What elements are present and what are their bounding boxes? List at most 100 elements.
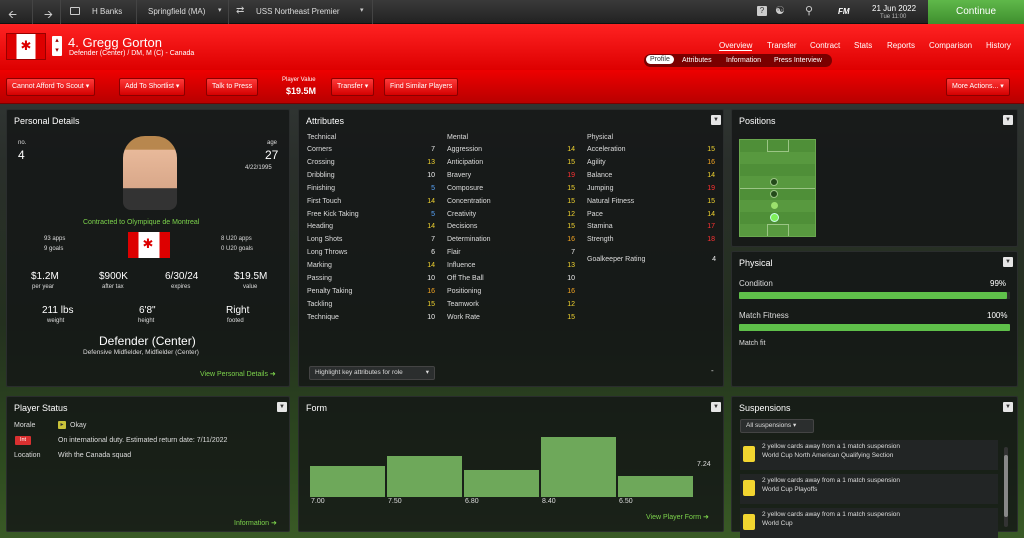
panel-menu-icon[interactable]: ▼	[1003, 257, 1013, 267]
panel-menu-icon[interactable]: ▼	[1003, 402, 1013, 412]
form-bar[interactable]	[310, 466, 385, 497]
attribute-name[interactable]: Acceleration	[587, 146, 626, 153]
club-name[interactable]: Springfield (MA)	[148, 7, 205, 16]
minus-icon[interactable]: -	[711, 366, 714, 375]
talk-to-press-button[interactable]: Talk to Press	[206, 78, 259, 96]
continue-button[interactable]: Continue	[928, 0, 1024, 24]
back-arrow-icon[interactable]: 🡨	[8, 6, 17, 25]
attribute-name[interactable]: Long Throws	[307, 249, 347, 256]
view-personal-details-link[interactable]: View Personal Details ➜	[200, 370, 276, 378]
weight-label: weight	[47, 318, 65, 324]
attribute-name[interactable]: Finishing	[307, 185, 335, 192]
form-bar[interactable]	[618, 476, 693, 497]
attribute-name[interactable]: Technique	[307, 314, 339, 321]
attribute-name[interactable]: Heading	[307, 223, 333, 230]
league-name[interactable]: USS Northeast Premier	[256, 7, 340, 16]
tab-history[interactable]: History	[986, 41, 1011, 50]
subtab-attributes[interactable]: Attributes	[678, 56, 716, 65]
chevron-down-icon[interactable]: ▾	[360, 6, 364, 14]
attribute-name[interactable]: Off The Ball	[447, 275, 484, 282]
information-link[interactable]: Information ➜	[234, 519, 277, 527]
value: $19.5M	[234, 271, 268, 282]
globe-icon[interactable]: ☯	[775, 4, 785, 17]
tab-reports[interactable]: Reports	[887, 41, 915, 50]
tab-stats[interactable]: Stats	[854, 41, 872, 50]
attribute-name[interactable]: Stamina	[587, 223, 613, 230]
suspension-item[interactable]: 2 yellow cards away from a 1 match suspe…	[740, 440, 998, 470]
attribute-name[interactable]: Teamwork	[447, 301, 479, 308]
manager-name[interactable]: H Banks	[92, 7, 122, 16]
attribute-name[interactable]: Long Shots	[307, 236, 342, 243]
tab-contract[interactable]: Contract	[810, 41, 840, 50]
attribute-name[interactable]: Pace	[587, 211, 603, 218]
form-bar[interactable]	[387, 455, 462, 497]
search-icon[interactable]: ⚲	[805, 4, 813, 17]
attribute-name[interactable]: Concentration	[447, 198, 491, 205]
subtab-press-interview[interactable]: Press Interview	[770, 56, 826, 65]
attribute-name[interactable]: Balance	[587, 172, 612, 179]
attribute-name[interactable]: Composure	[447, 185, 483, 192]
yellow-card-icon	[743, 514, 755, 530]
tab-comparison[interactable]: Comparison	[929, 41, 972, 50]
scrollbar[interactable]	[1004, 447, 1008, 527]
attribute-name[interactable]: Free Kick Taking	[307, 211, 359, 218]
suspension-item[interactable]: 2 yellow cards away from a 1 match suspe…	[740, 474, 998, 504]
attribute-name[interactable]: Tackling	[307, 301, 332, 308]
wage: $1.2M	[31, 271, 59, 282]
attribute-value: 19	[707, 184, 715, 192]
attribute-value: 14	[707, 210, 715, 218]
yellow-card-icon	[743, 480, 755, 496]
attribute-name[interactable]: Passing	[307, 275, 332, 282]
suspension-item[interactable]: 2 yellow cards away from a 1 match suspe…	[740, 508, 998, 538]
subtab-information[interactable]: Information	[722, 56, 765, 65]
chevron-down-icon[interactable]: ▾	[218, 6, 222, 14]
attribute-name[interactable]: First Touch	[307, 198, 341, 205]
attribute-name[interactable]: Anticipation	[447, 159, 483, 166]
attribute-name[interactable]: Corners	[307, 146, 332, 153]
attribute-name[interactable]: Penalty Taking	[307, 288, 352, 295]
attribute-name[interactable]: Influence	[447, 262, 475, 269]
attribute-value: 13	[427, 158, 435, 166]
technical-header: Technical	[307, 134, 337, 141]
highlight-role-dropdown[interactable]: Highlight key attributes for role ▾	[309, 366, 435, 380]
attribute-name[interactable]: Work Rate	[447, 314, 480, 321]
attribute-name[interactable]: Crossing	[307, 159, 335, 166]
attribute-name[interactable]: Bravery	[447, 172, 471, 179]
attribute-value: 15	[707, 146, 715, 153]
form-bar[interactable]	[464, 470, 539, 497]
panel-title: Personal Details	[14, 116, 80, 126]
transfer-button[interactable]: Transfer ▾	[331, 78, 375, 96]
tab-transfer[interactable]: Transfer	[767, 41, 797, 50]
attribute-name[interactable]: Flair	[447, 249, 461, 256]
shortlist-button[interactable]: Add To Shortlist ▾	[119, 78, 186, 96]
contract-text[interactable]: Contracted to Olympique de Montreal	[83, 219, 199, 226]
panel-menu-icon[interactable]: ▼	[711, 402, 721, 412]
fm-menu[interactable]: FM	[838, 7, 850, 16]
panel-menu-icon[interactable]: ▼	[277, 402, 287, 412]
find-similar-button[interactable]: Find Similar Players	[384, 78, 459, 96]
attribute-name[interactable]: Marking	[307, 262, 332, 269]
attribute-name[interactable]: Positioning	[447, 288, 481, 295]
forward-arrow-icon[interactable]: 🡪	[44, 6, 53, 25]
subtab-profile[interactable]: Profile	[646, 55, 674, 64]
time: Tue 11:00	[880, 14, 907, 20]
more-actions-button[interactable]: More Actions... ▾	[946, 78, 1010, 96]
view-player-form-link[interactable]: View Player Form ➜	[646, 513, 709, 521]
attribute-name[interactable]: Aggression	[447, 146, 482, 153]
player-nav-icon[interactable]: ▴ ▾	[52, 36, 62, 56]
panel-menu-icon[interactable]: ▼	[711, 115, 721, 125]
tab-overview[interactable]: Overview	[719, 41, 753, 51]
attribute-name[interactable]: Dribbling	[307, 172, 335, 179]
form-bar[interactable]	[541, 437, 616, 497]
attribute-name[interactable]: Jumping	[587, 185, 613, 192]
help-icon[interactable]: ?	[757, 6, 767, 16]
attribute-name[interactable]: Creativity	[447, 211, 476, 218]
attribute-name[interactable]: Natural Fitness	[587, 198, 634, 205]
attribute-name[interactable]: Decisions	[447, 223, 477, 230]
suspension-filter-dropdown[interactable]: All suspensions ▾	[740, 419, 814, 433]
attribute-name[interactable]: Agility	[587, 159, 606, 166]
scout-button[interactable]: Cannot Afford To Scout ▾	[6, 78, 96, 96]
panel-menu-icon[interactable]: ▼	[1003, 115, 1013, 125]
attribute-name[interactable]: Determination	[447, 236, 491, 243]
attribute-name[interactable]: Strength	[587, 236, 613, 243]
